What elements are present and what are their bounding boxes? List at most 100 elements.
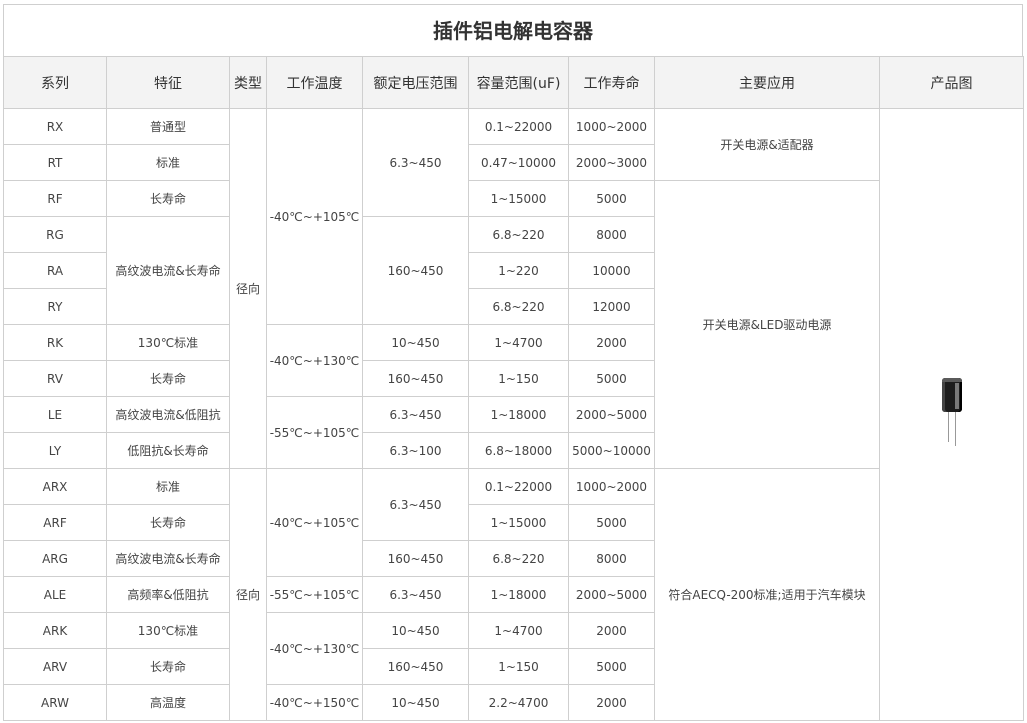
cell-feature: 长寿命	[106, 504, 230, 541]
cell-voltage: 10~450	[362, 612, 469, 649]
cell-temperature: -40℃~+150℃	[266, 684, 363, 721]
cell-feature: 高频率&低阻抗	[106, 576, 230, 613]
cell-voltage: 6.3~100	[362, 432, 469, 469]
cell-series: ARV	[3, 648, 107, 685]
cell-product-image	[879, 108, 1024, 721]
cell-type: 径向	[229, 468, 267, 721]
cell-life: 2000~3000	[568, 144, 655, 181]
cell-voltage: 6.3~450	[362, 468, 469, 541]
cell-series: ARX	[3, 468, 107, 505]
cell-series: RY	[3, 288, 107, 325]
cell-capacitance: 1~150	[468, 360, 569, 397]
header-series: 系列	[3, 56, 107, 109]
cell-feature: 高纹波电流&长寿命	[106, 216, 230, 325]
cell-capacitance: 1~220	[468, 252, 569, 289]
header-application: 主要应用	[654, 56, 880, 109]
cell-series: RK	[3, 324, 107, 361]
cell-application: 开关电源&适配器	[654, 108, 880, 181]
cell-capacitance: 0.1~22000	[468, 108, 569, 145]
cell-voltage: 160~450	[362, 360, 469, 397]
cell-capacitance: 6.8~220	[468, 288, 569, 325]
cell-series: ARF	[3, 504, 107, 541]
cell-temperature: -55℃~+105℃	[266, 576, 363, 613]
cell-feature: 标准	[106, 468, 230, 505]
cell-feature: 130℃标准	[106, 324, 230, 361]
cell-life: 1000~2000	[568, 468, 655, 505]
table-row: ARX 标准 径向 -40℃~+105℃ 6.3~450 0.1~22000 1…	[3, 468, 1024, 721]
cell-voltage: 10~450	[362, 324, 469, 361]
cell-feature: 低阻抗&长寿命	[106, 432, 230, 469]
cell-series: RA	[3, 252, 107, 289]
cell-series: RT	[3, 144, 107, 181]
cell-series: RV	[3, 360, 107, 397]
cell-feature: 130℃标准	[106, 612, 230, 649]
cell-life: 1000~2000	[568, 108, 655, 145]
cell-feature: 长寿命	[106, 648, 230, 685]
cell-life: 5000~10000	[568, 432, 655, 469]
cell-series: LY	[3, 432, 107, 469]
cell-voltage: 6.3~450	[362, 108, 469, 217]
cell-life: 5000	[568, 504, 655, 541]
cell-feature: 长寿命	[106, 180, 230, 217]
cell-capacitance: 1~18000	[468, 396, 569, 433]
cell-series: ALE	[3, 576, 107, 613]
cell-application: 符合AECQ-200标准;适用于汽车模块	[654, 468, 880, 721]
cell-capacitance: 1~4700	[468, 324, 569, 361]
cell-life: 5000	[568, 648, 655, 685]
cell-life: 12000	[568, 288, 655, 325]
table-row: RX 普通型 径向 -40℃~+105℃ 6.3~450 0.1~22000 1…	[3, 108, 1024, 721]
header-life: 工作寿命	[568, 56, 655, 109]
header-temperature: 工作温度	[266, 56, 363, 109]
cell-life: 2000~5000	[568, 576, 655, 613]
cell-temperature: -40℃~+130℃	[266, 324, 363, 397]
cell-life: 8000	[568, 216, 655, 253]
table-row: RF 长寿命 1~15000 5000 开关电源&LED驱动电源	[3, 180, 1024, 469]
cell-series: RF	[3, 180, 107, 217]
cell-voltage: 160~450	[362, 540, 469, 577]
cell-life: 10000	[568, 252, 655, 289]
cell-life: 8000	[568, 540, 655, 577]
header-product-image: 产品图	[879, 56, 1024, 109]
cell-feature: 标准	[106, 144, 230, 181]
cell-series: ARW	[3, 684, 107, 721]
cell-capacitance: 1~15000	[468, 180, 569, 217]
header-voltage: 额定电压范围	[362, 56, 469, 109]
cell-voltage: 10~450	[362, 684, 469, 721]
cell-feature: 高温度	[106, 684, 230, 721]
header-type: 类型	[229, 56, 267, 109]
header-feature: 特征	[106, 56, 230, 109]
cell-life: 2000	[568, 612, 655, 649]
cell-voltage: 6.3~450	[362, 576, 469, 613]
cell-capacitance: 0.1~22000	[468, 468, 569, 505]
cell-temperature: -40℃~+105℃	[266, 468, 363, 577]
cell-feature: 长寿命	[106, 360, 230, 397]
cell-series: ARG	[3, 540, 107, 577]
cell-capacitance: 6.8~220	[468, 216, 569, 253]
cell-capacitance: 1~4700	[468, 612, 569, 649]
cell-voltage: 160~450	[362, 648, 469, 685]
cell-feature: 高纹波电流&长寿命	[106, 540, 230, 577]
cell-capacitance: 1~18000	[468, 576, 569, 613]
cell-capacitance: 0.47~10000	[468, 144, 569, 181]
cell-series: RG	[3, 216, 107, 253]
cell-capacitance: 6.8~220	[468, 540, 569, 577]
product-table-container: 插件铝电解电容器 系列 特征 类型 工作温度 额定电压范围 容量范围(uF) 工…	[3, 4, 1024, 721]
cell-life: 2000~5000	[568, 396, 655, 433]
cell-life: 5000	[568, 180, 655, 217]
electrolytic-capacitor-icon	[941, 378, 963, 448]
cell-life: 5000	[568, 360, 655, 397]
cell-capacitance: 1~150	[468, 648, 569, 685]
table-header-row: 系列 特征 类型 工作温度 额定电压范围 容量范围(uF) 工作寿命 主要应用 …	[3, 56, 1024, 109]
cell-series: RX	[3, 108, 107, 145]
cell-voltage: 6.3~450	[362, 396, 469, 433]
cell-feature: 高纹波电流&低阻抗	[106, 396, 230, 433]
cell-temperature: -55℃~+105℃	[266, 396, 363, 469]
cell-feature: 普通型	[106, 108, 230, 145]
cell-voltage: 160~450	[362, 216, 469, 325]
page-title: 插件铝电解电容器	[3, 4, 1023, 56]
cell-temperature: -40℃~+130℃	[266, 612, 363, 685]
cell-temperature: -40℃~+105℃	[266, 108, 363, 325]
cell-capacitance: 2.2~4700	[468, 684, 569, 721]
capacitor-table: 系列 特征 类型 工作温度 额定电压范围 容量范围(uF) 工作寿命 主要应用 …	[3, 56, 1024, 721]
cell-series: ARK	[3, 612, 107, 649]
